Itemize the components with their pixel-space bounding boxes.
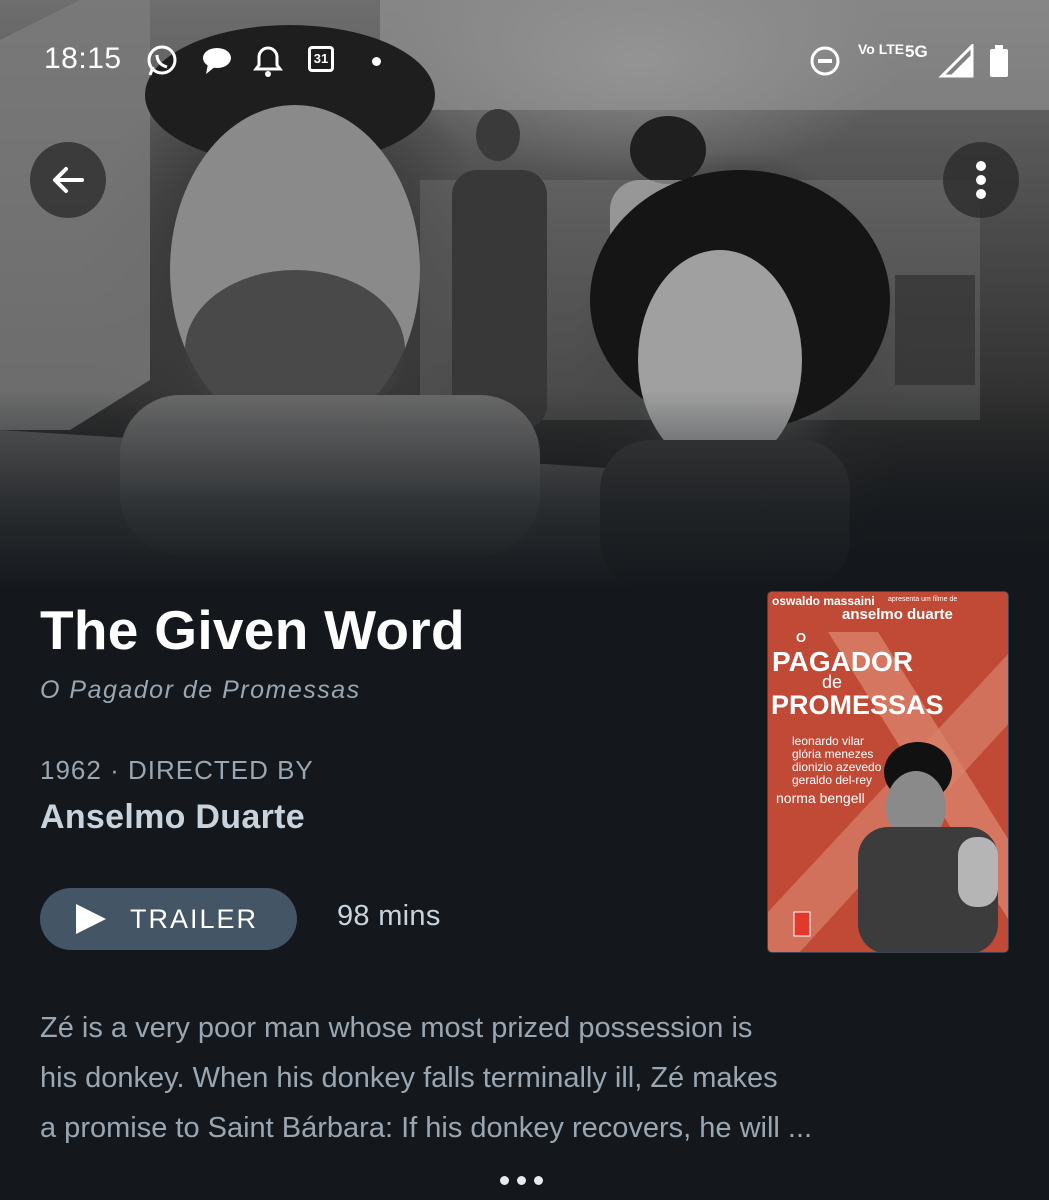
poster-cast-4: geraldo del-rey	[792, 773, 873, 787]
calendar-icon: 31	[308, 46, 334, 72]
trailer-button[interactable]: TRAILER	[40, 888, 297, 950]
signal-icon	[938, 44, 974, 78]
runtime: 98 mins	[337, 900, 441, 932]
poster-cast-5: norma bengell	[776, 790, 865, 806]
battery-icon	[990, 45, 1008, 77]
dnd-icon	[810, 46, 840, 76]
back-button[interactable]	[30, 142, 106, 218]
arrow-left-icon	[53, 167, 84, 193]
original-title: O Pagador de Promessas	[40, 676, 361, 704]
poster-cast-3: dionizio azevedo	[792, 760, 882, 774]
synopsis-line: Zé is a very poor man whose most prized …	[40, 1012, 753, 1044]
status-bar: 18:15 31 Vo LTE 5G	[0, 36, 1049, 86]
hero-gradient-fade	[0, 390, 1049, 590]
poster-director: anselmo duarte	[842, 606, 953, 623]
synopsis-line: a promise to Saint Bárbara: If his donke…	[40, 1112, 813, 1144]
poster-title-pagador: PAGADOR	[772, 646, 914, 677]
poster-title-o: O	[796, 630, 807, 645]
more-vertical-icon	[976, 161, 986, 199]
network-type: 5G	[905, 42, 928, 61]
volte-indicator: Vo LTE	[858, 41, 905, 57]
poster-presents: apresenta um filme de	[888, 596, 958, 603]
hero-backdrop	[0, 0, 1049, 590]
more-options-button[interactable]	[943, 142, 1019, 218]
chat-bubble-icon	[203, 48, 231, 74]
play-icon	[76, 904, 106, 934]
expand-synopsis-icon[interactable]	[500, 1172, 551, 1190]
trailer-label: TRAILER	[130, 903, 259, 934]
status-time: 18:15	[44, 42, 122, 75]
poster-title-promessas: PROMESSAS	[771, 690, 944, 720]
year-directed-by: 1962 · DIRECTED BY	[40, 755, 314, 785]
film-poster[interactable]: oswaldo massaini apresenta um filme de a…	[767, 591, 1009, 953]
film-title: The Given Word	[40, 599, 465, 661]
synopsis-line: his donkey. When his donkey falls termin…	[40, 1062, 778, 1094]
notification-dot	[372, 57, 381, 66]
poster-cast-2: glória menezes	[792, 747, 874, 761]
poster-cast-1: leonardo vilar	[792, 734, 865, 748]
whatsapp-icon	[147, 45, 177, 76]
bell-icon	[253, 46, 283, 77]
synopsis[interactable]: Zé is a very poor man whose most prized …	[40, 1003, 1010, 1153]
director-link[interactable]: Anselmo Duarte	[40, 798, 305, 837]
